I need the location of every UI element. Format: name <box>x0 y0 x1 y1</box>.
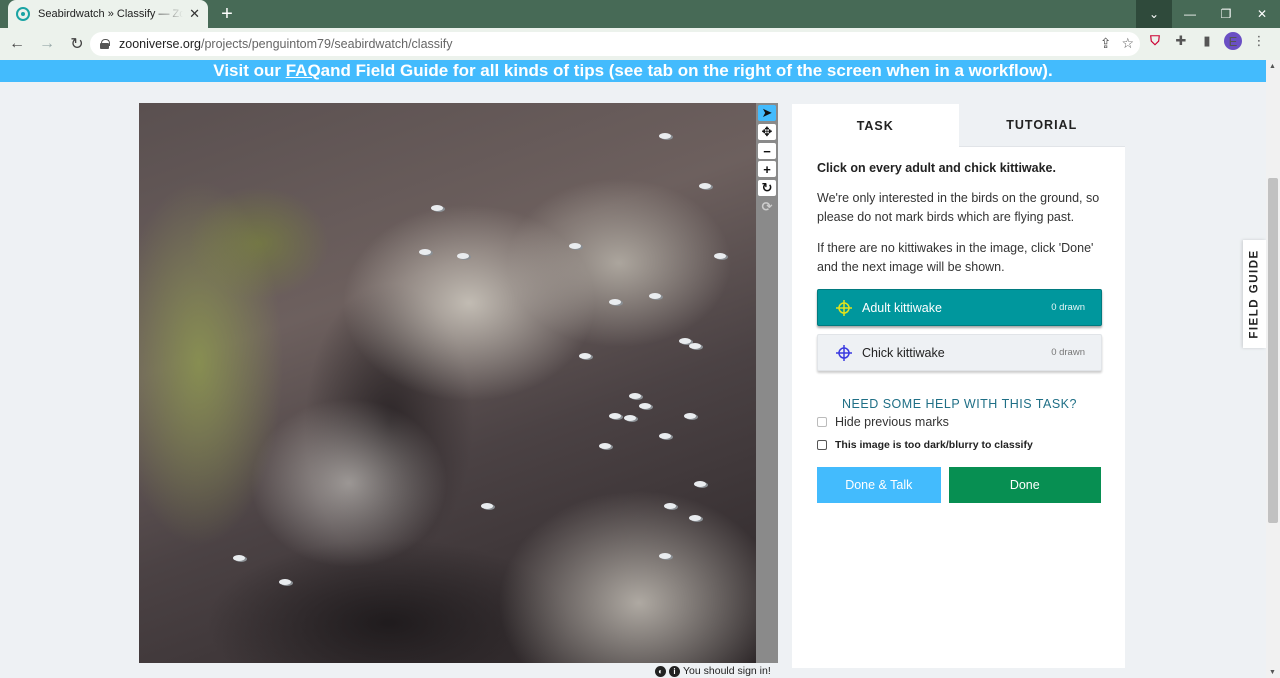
zooniverse-favicon-icon <box>16 7 30 21</box>
minimize-icon[interactable]: — <box>1172 0 1208 28</box>
faq-link[interactable]: FAQ <box>286 61 321 81</box>
drawn-count: 0 drawn <box>1051 302 1085 313</box>
address-bar[interactable]: zooniverse.org/projects/penguintom79/sea… <box>90 32 1140 56</box>
drawn-count: 0 drawn <box>1051 347 1085 358</box>
task-help-paragraph: If there are no kittiwakes in the image,… <box>817 241 1094 274</box>
browser-toolbar: ← → ↻ zooniverse.org/projects/penguintom… <box>0 28 1280 60</box>
lock-icon[interactable] <box>100 39 110 49</box>
done-button[interactable]: Done <box>948 467 1101 503</box>
contrast-icon[interactable]: ◐ <box>655 665 666 677</box>
answer-adult-kittiwake[interactable]: Adult kittiwake 0 drawn <box>817 289 1102 326</box>
viewer-footer: ◐ i You should sign in! <box>655 665 771 677</box>
scroll-up-icon[interactable]: ▲ <box>1269 63 1276 70</box>
field-guide-tab[interactable]: FIELD GUIDE <box>1243 240 1266 348</box>
task-question: Click on every adult and chick kittiwake… <box>817 161 1056 175</box>
forward-arrow-icon[interactable]: → <box>34 31 60 57</box>
browser-tab[interactable]: Seabirdwatch » Classify — Zooniverse ✕ <box>8 0 208 28</box>
info-icon[interactable]: i <box>669 665 680 677</box>
reset-icon[interactable]: ⟳ <box>758 199 776 215</box>
zoom-in-icon[interactable]: + <box>758 161 776 177</box>
image-toolbar: ➤ ✥ − + ↻ ⟳ <box>756 103 778 663</box>
close-window-icon[interactable]: ✕ <box>1244 0 1280 28</box>
tab-tutorial[interactable]: TUTORIAL <box>958 104 1125 147</box>
bookmark-star-icon[interactable]: ☆ <box>1121 35 1134 52</box>
answer-label: Adult kittiwake <box>862 300 942 315</box>
reload-icon[interactable]: ↻ <box>64 31 90 57</box>
answer-chick-kittiwake[interactable]: Chick kittiwake 0 drawn <box>817 334 1102 371</box>
crosshair-icon <box>836 345 852 361</box>
scroll-thumb[interactable] <box>1268 178 1278 523</box>
side-panel-icon[interactable]: ▮ <box>1198 32 1216 50</box>
crosshair-icon <box>836 300 852 316</box>
page-scrollbar[interactable]: ▲ ▼ <box>1266 60 1280 678</box>
task-help-paragraph: We're only interested in the birds on th… <box>817 191 1100 224</box>
share-icon[interactable]: ⇪ <box>1100 35 1112 52</box>
tab-search-chevron-icon[interactable]: ⌄ <box>1136 0 1172 28</box>
extensions-puzzle-icon[interactable]: ✚ <box>1172 32 1190 50</box>
scroll-down-icon[interactable]: ▼ <box>1269 669 1276 676</box>
need-help-link[interactable]: NEED SOME HELP WITH THIS TASK? <box>817 397 1102 411</box>
zoom-out-icon[interactable]: − <box>758 143 776 159</box>
too-dark-option[interactable]: This image is too dark/blurry to classif… <box>817 439 1101 451</box>
profile-avatar[interactable]: E <box>1224 32 1242 50</box>
hide-marks-checkbox[interactable] <box>817 417 827 427</box>
restore-icon[interactable]: ❐ <box>1208 0 1244 28</box>
too-dark-checkbox[interactable] <box>817 440 827 450</box>
browser-tab-strip: Seabirdwatch » Classify — Zooniverse ✕ +… <box>0 0 1280 28</box>
answer-label: Chick kittiwake <box>862 345 945 360</box>
sign-in-notice[interactable]: You should sign in! <box>683 665 771 677</box>
back-arrow-icon[interactable]: ← <box>4 31 30 57</box>
close-tab-icon[interactable]: ✕ <box>189 6 200 22</box>
pointer-tool-icon[interactable]: ➤ <box>758 105 776 121</box>
tab-title: Seabirdwatch » Classify — Zooniverse <box>38 8 184 20</box>
subject-image[interactable] <box>139 103 756 663</box>
hide-marks-option[interactable]: Hide previous marks <box>817 415 1101 429</box>
new-tab-button[interactable]: + <box>216 3 238 25</box>
extension-shield-icon[interactable]: ⛉ <box>1146 32 1164 50</box>
tab-task[interactable]: TASK <box>792 104 959 147</box>
task-panel: TASK TUTORIAL Click on every adult and c… <box>792 104 1125 668</box>
window-controls: ⌄ — ❐ ✕ <box>1136 0 1280 28</box>
pan-tool-icon[interactable]: ✥ <box>758 124 776 140</box>
rotate-icon[interactable]: ↻ <box>758 180 776 196</box>
announcement-banner: Visit our FAQ and Field Guide for all ki… <box>0 60 1266 82</box>
done-and-talk-button[interactable]: Done & Talk <box>817 467 941 503</box>
url-text: zooniverse.org/projects/penguintom79/sea… <box>119 37 453 51</box>
menu-kebab-icon[interactable]: ⋮ <box>1250 32 1268 50</box>
